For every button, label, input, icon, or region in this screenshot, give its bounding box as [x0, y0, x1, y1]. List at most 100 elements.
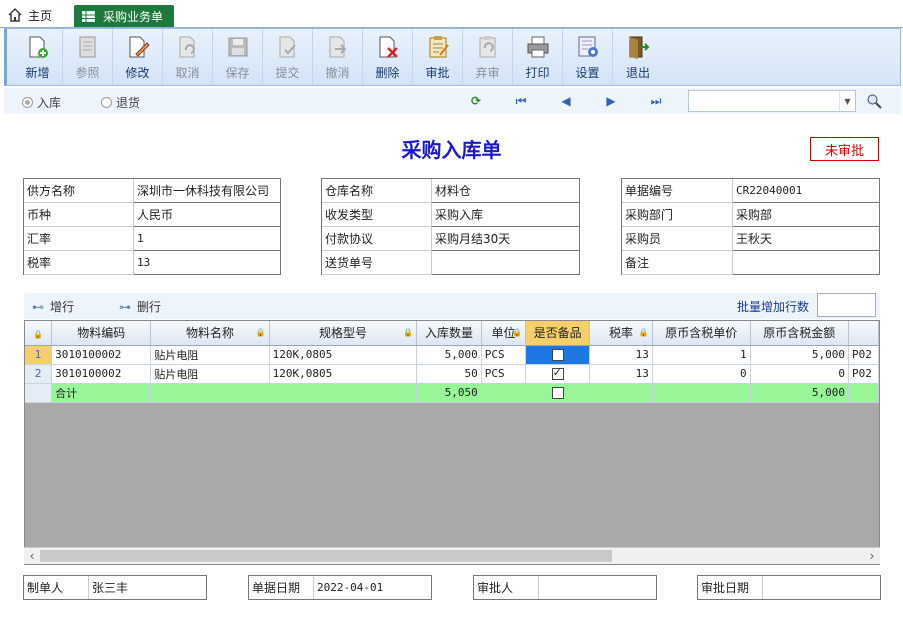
- field-label: 单据日期: [249, 576, 314, 599]
- radio-return-label: 退货: [116, 96, 141, 110]
- horizontal-scrollbar[interactable]: ‹ ›: [24, 547, 880, 564]
- tab-home[interactable]: 主页: [8, 5, 52, 25]
- record-search-combo[interactable]: ▼: [688, 90, 856, 112]
- add-button[interactable]: 新增: [13, 29, 63, 85]
- price-cell[interactable]: 1: [652, 345, 751, 365]
- unapprove-button[interactable]: 弃审: [463, 29, 513, 85]
- material-code-cell[interactable]: 3010100002: [51, 345, 152, 365]
- spare-part-checkbox[interactable]: [551, 349, 564, 361]
- last-record-button[interactable]: ⏭: [647, 92, 665, 110]
- scroll-right-icon[interactable]: ›: [864, 548, 880, 564]
- radio-return[interactable]: 退货: [101, 94, 140, 111]
- amount-cell[interactable]: 5,000: [750, 345, 850, 365]
- approval-date-field[interactable]: [763, 576, 766, 599]
- delete-icon: [375, 34, 401, 60]
- amount-cell[interactable]: 0: [750, 364, 850, 384]
- extra-cell[interactable]: P02: [848, 345, 879, 365]
- print-button[interactable]: 打印: [513, 29, 563, 85]
- cancel-button[interactable]: 取消: [163, 29, 213, 85]
- column-header[interactable]: 入库数量: [416, 321, 482, 346]
- exit-button[interactable]: 退出: [613, 29, 663, 85]
- column-header[interactable]: 原币含税单价: [652, 321, 751, 346]
- exchange-rate-field[interactable]: 1: [134, 227, 281, 251]
- material-code-cell[interactable]: 3010100002: [51, 364, 152, 384]
- unit-cell[interactable]: PCS: [481, 345, 527, 365]
- buyer-field[interactable]: 王秋天: [733, 227, 880, 251]
- revoke-button[interactable]: 撤消: [313, 29, 363, 85]
- search-button[interactable]: [865, 92, 883, 110]
- column-header[interactable]: 税率 🔒: [589, 321, 653, 346]
- approver-field[interactable]: [539, 576, 542, 599]
- radio-dot: [101, 97, 112, 108]
- approve-button[interactable]: 审批: [413, 29, 463, 85]
- spare-part-cell[interactable]: [525, 345, 591, 365]
- qty-cell[interactable]: 50: [416, 364, 482, 384]
- save-button[interactable]: 保存: [213, 29, 263, 85]
- io-type-field[interactable]: 采购入库: [432, 203, 580, 227]
- supplier-name-field[interactable]: 深圳市一休科技有限公司: [134, 179, 281, 203]
- refresh-button[interactable]: ⟳: [467, 92, 485, 110]
- next-icon: ▶: [606, 94, 616, 108]
- field-label: 币种: [24, 203, 134, 227]
- remarks-field[interactable]: [733, 251, 880, 275]
- exit-icon: [625, 34, 651, 60]
- payment-terms-field[interactable]: 采购月结30天: [432, 227, 580, 251]
- column-header[interactable]: 物料编码: [51, 321, 152, 346]
- add-row-button[interactable]: ⊷ 增行: [32, 298, 74, 315]
- column-header[interactable]: 单位 🔒: [481, 321, 527, 346]
- table-row[interactable]: 2 3010100002 贴片电阻 120K,0805 50 PCS 13 0 …: [25, 364, 879, 384]
- extra-cell[interactable]: P02: [848, 364, 879, 384]
- edit-button[interactable]: 修改: [113, 29, 163, 85]
- document-date-field[interactable]: 2022-04-01: [314, 576, 383, 599]
- delete-row-button[interactable]: ⊶ 删行: [119, 298, 161, 315]
- next-record-button[interactable]: ▶: [602, 92, 620, 110]
- row-header-corner: 🔒: [25, 321, 53, 346]
- warehouse-field[interactable]: 材料仓: [432, 179, 580, 203]
- reference-button[interactable]: 参照: [63, 29, 113, 85]
- spare-part-checkbox[interactable]: [551, 366, 564, 380]
- row-number[interactable]: 2: [25, 364, 53, 384]
- settings-button[interactable]: 设置: [563, 29, 613, 85]
- creator-field[interactable]: 张三丰: [89, 576, 128, 599]
- first-record-button[interactable]: ⏮: [512, 92, 530, 110]
- tax-cell[interactable]: 13: [589, 364, 653, 384]
- radio-in-stock[interactable]: 入库: [22, 94, 61, 111]
- delete-row-label: 删行: [137, 300, 162, 314]
- spec-cell[interactable]: 120K,0805: [269, 345, 418, 365]
- table-row[interactable]: 1 3010100002 贴片电阻 120K,0805 5,000 PCS 13…: [25, 345, 879, 365]
- currency-field[interactable]: 人民币: [134, 203, 281, 227]
- document-number-field[interactable]: CR22040001: [733, 179, 880, 203]
- spare-part-cell[interactable]: [525, 364, 591, 384]
- tax-rate-field[interactable]: 13: [134, 251, 281, 275]
- column-header[interactable]: 物料名称 🔒: [150, 321, 270, 346]
- chevron-down-icon[interactable]: ▼: [839, 91, 855, 111]
- submit-icon: [275, 34, 301, 60]
- material-name-cell[interactable]: 贴片电阻: [150, 364, 270, 384]
- column-header[interactable]: 原币含税金额: [750, 321, 850, 346]
- tax-cell[interactable]: 13: [589, 345, 653, 365]
- date-field-group: 单据日期 2022-04-01: [248, 575, 432, 600]
- purchase-dept-field[interactable]: 采购部: [733, 203, 880, 227]
- scroll-left-icon[interactable]: ‹: [24, 548, 40, 564]
- qty-cell[interactable]: 5,000: [416, 345, 482, 365]
- lock-icon: 🔒: [512, 328, 523, 337]
- prev-record-button[interactable]: ◀: [557, 92, 575, 110]
- submit-button[interactable]: 提交: [263, 29, 313, 85]
- unit-cell[interactable]: PCS: [481, 364, 527, 384]
- delete-button[interactable]: 删除: [363, 29, 413, 85]
- tab-purchase-order[interactable]: 采购业务单: [74, 5, 174, 27]
- batch-rows-input[interactable]: [817, 293, 876, 317]
- row-number[interactable]: 1: [25, 345, 53, 365]
- delivery-note-field[interactable]: [432, 251, 580, 275]
- material-name-cell[interactable]: 贴片电阻: [150, 345, 270, 365]
- column-header[interactable]: 是否备品: [525, 321, 591, 346]
- field-label: 审批人: [474, 576, 539, 599]
- print-icon: [525, 34, 551, 60]
- column-header[interactable]: 规格型号 🔒: [269, 321, 418, 346]
- home-icon: [8, 8, 22, 22]
- spec-cell[interactable]: 120K,0805: [269, 364, 418, 384]
- field-label: 收发类型: [322, 203, 432, 227]
- scrollbar-thumb[interactable]: [40, 550, 612, 562]
- price-cell[interactable]: 0: [652, 364, 751, 384]
- column-header[interactable]: [848, 321, 879, 346]
